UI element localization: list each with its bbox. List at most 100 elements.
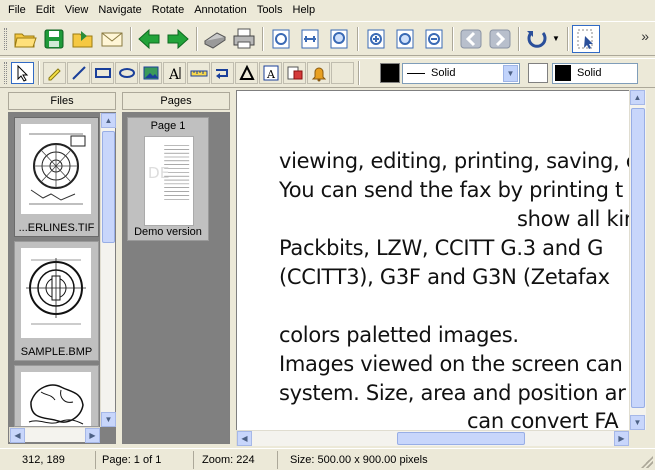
toolbar-separator bbox=[196, 26, 198, 51]
zoom-in-button[interactable] bbox=[362, 25, 390, 53]
polygon-tool[interactable] bbox=[235, 62, 258, 84]
toolbar-grip[interactable] bbox=[4, 62, 7, 84]
forward-arrow-icon bbox=[167, 28, 189, 49]
file-thumb-1[interactable]: ...ERLINES.TIF bbox=[14, 117, 99, 237]
document-line: You can send the fax by printing t bbox=[279, 178, 623, 202]
ruler-tool[interactable] bbox=[187, 62, 210, 84]
scroll-down-arrow[interactable]: ▼ bbox=[101, 412, 116, 427]
file-thumb-2[interactable]: SAMPLE.BMP bbox=[14, 241, 99, 361]
fit-width-button[interactable] bbox=[296, 25, 324, 53]
scan-button[interactable] bbox=[201, 25, 229, 53]
fill-border-swatch bbox=[555, 65, 571, 81]
scroll-up-arrow[interactable]: ▲ bbox=[630, 90, 645, 105]
pages-panel: Page 1 DE Demo version bbox=[122, 112, 230, 444]
prev-page-button[interactable] bbox=[457, 25, 485, 53]
back-arrow-icon bbox=[138, 28, 160, 49]
open-button[interactable] bbox=[11, 25, 39, 53]
back-button[interactable] bbox=[135, 25, 163, 53]
scroll-thumb[interactable] bbox=[631, 108, 645, 408]
status-size: Size: 500.00 x 900.00 pixels bbox=[290, 453, 428, 466]
bell-tool[interactable] bbox=[307, 62, 330, 84]
save-button[interactable] bbox=[40, 25, 68, 53]
menu-rotate[interactable]: Rotate bbox=[147, 0, 189, 20]
image-tool[interactable] bbox=[139, 62, 162, 84]
document-vertical-scrollbar[interactable]: ▲ ▼ bbox=[629, 90, 646, 430]
fill-color-swatch[interactable] bbox=[528, 63, 548, 83]
forward-button[interactable] bbox=[164, 25, 192, 53]
scroll-thumb[interactable] bbox=[397, 432, 525, 445]
next-page-button[interactable] bbox=[486, 25, 514, 53]
bell-icon bbox=[311, 67, 326, 82]
file-thumb-3[interactable] bbox=[14, 365, 99, 427]
stamp-icon bbox=[287, 66, 302, 80]
files-panel-header: Files bbox=[8, 92, 116, 110]
menu-edit[interactable]: Edit bbox=[31, 0, 60, 20]
save-icon bbox=[44, 29, 64, 48]
files-vertical-scrollbar[interactable]: ▲ ▼ bbox=[100, 113, 116, 427]
ellipse-tool[interactable] bbox=[115, 62, 138, 84]
zoom-fit-button[interactable] bbox=[391, 25, 419, 53]
open-folder-button[interactable] bbox=[69, 25, 97, 53]
file-thumb-image bbox=[21, 124, 91, 214]
fill-style-select[interactable]: Solid bbox=[552, 62, 638, 84]
document-line: viewing, editing, printing, saving, c bbox=[279, 149, 636, 173]
fit-page-icon bbox=[272, 29, 290, 48]
line-tool[interactable] bbox=[67, 62, 90, 84]
document-horizontal-scrollbar[interactable]: ◀ ▶ bbox=[236, 430, 629, 446]
rotate-button[interactable] bbox=[523, 25, 551, 53]
zoom-fit-icon bbox=[396, 29, 414, 48]
zoom-out-button[interactable] bbox=[420, 25, 448, 53]
select-mode-button[interactable] bbox=[571, 24, 600, 53]
scroll-thumb[interactable] bbox=[102, 131, 115, 243]
fill-style-value: Solid bbox=[577, 67, 602, 79]
files-horizontal-scrollbar[interactable]: ◀ ▶ bbox=[9, 427, 100, 443]
pages-panel-header: Pages bbox=[122, 92, 230, 110]
scroll-right-arrow[interactable]: ▶ bbox=[614, 431, 629, 446]
menu-help[interactable]: Help bbox=[288, 0, 321, 20]
scroll-down-arrow[interactable]: ▼ bbox=[630, 415, 645, 430]
email-button[interactable] bbox=[98, 25, 126, 53]
text-tool[interactable]: A bbox=[163, 62, 186, 84]
rectangle-tool[interactable] bbox=[91, 62, 114, 84]
toolbar-separator bbox=[358, 61, 360, 85]
chevron-down-icon[interactable]: ▼ bbox=[503, 64, 518, 82]
document-line: can convert FA bbox=[467, 409, 619, 430]
menu-tools[interactable]: Tools bbox=[252, 0, 288, 20]
empty-tool-slot[interactable] bbox=[331, 62, 354, 84]
resize-grip-icon[interactable] bbox=[641, 456, 653, 468]
scroll-up-arrow[interactable]: ▲ bbox=[101, 113, 116, 128]
toolbar-overflow[interactable]: » bbox=[641, 28, 649, 44]
stamp-tool[interactable] bbox=[283, 62, 306, 84]
arrow-line-tool[interactable] bbox=[211, 62, 234, 84]
fit-height-icon bbox=[330, 29, 348, 48]
line-color-swatch[interactable] bbox=[380, 63, 400, 83]
document-line: system. Size, area and position ar bbox=[279, 381, 626, 405]
line-style-select[interactable]: Solid ▼ bbox=[402, 62, 520, 84]
print-button[interactable] bbox=[230, 25, 258, 53]
pointer-icon bbox=[17, 64, 28, 82]
menu-navigate[interactable]: Navigate bbox=[93, 0, 146, 20]
file-thumb-image bbox=[21, 248, 91, 338]
toolbar-separator bbox=[38, 61, 40, 85]
fit-page-button[interactable] bbox=[267, 25, 295, 53]
document-view[interactable]: viewing, editing, printing, saving, c Yo… bbox=[236, 90, 636, 430]
menu-view[interactable]: View bbox=[60, 0, 94, 20]
scroll-left-arrow[interactable]: ◀ bbox=[237, 431, 252, 446]
menu-file[interactable]: File bbox=[3, 0, 31, 20]
document-line: Images viewed on the screen can bbox=[279, 352, 623, 376]
status-bar: 312, 189 Page: 1 of 1 Zoom: 224 Size: 50… bbox=[0, 448, 655, 470]
menu-annotation[interactable]: Annotation bbox=[189, 0, 252, 20]
highlighter-tool[interactable] bbox=[43, 62, 66, 84]
pointer-tool[interactable] bbox=[11, 62, 34, 84]
svg-text:A: A bbox=[266, 68, 276, 81]
scan-icon bbox=[204, 31, 226, 49]
chevron-down-icon[interactable]: ▼ bbox=[552, 34, 560, 43]
page-thumb-1[interactable]: Page 1 DE Demo version bbox=[127, 117, 209, 241]
zoom-in-icon bbox=[367, 29, 385, 48]
scroll-right-arrow[interactable]: ▶ bbox=[85, 428, 100, 443]
text-box-tool[interactable]: A bbox=[259, 62, 282, 84]
fit-height-button[interactable] bbox=[325, 25, 353, 53]
scroll-left-arrow[interactable]: ◀ bbox=[10, 428, 25, 443]
status-coords: 312, 189 bbox=[0, 450, 96, 469]
toolbar-grip[interactable] bbox=[4, 27, 7, 50]
